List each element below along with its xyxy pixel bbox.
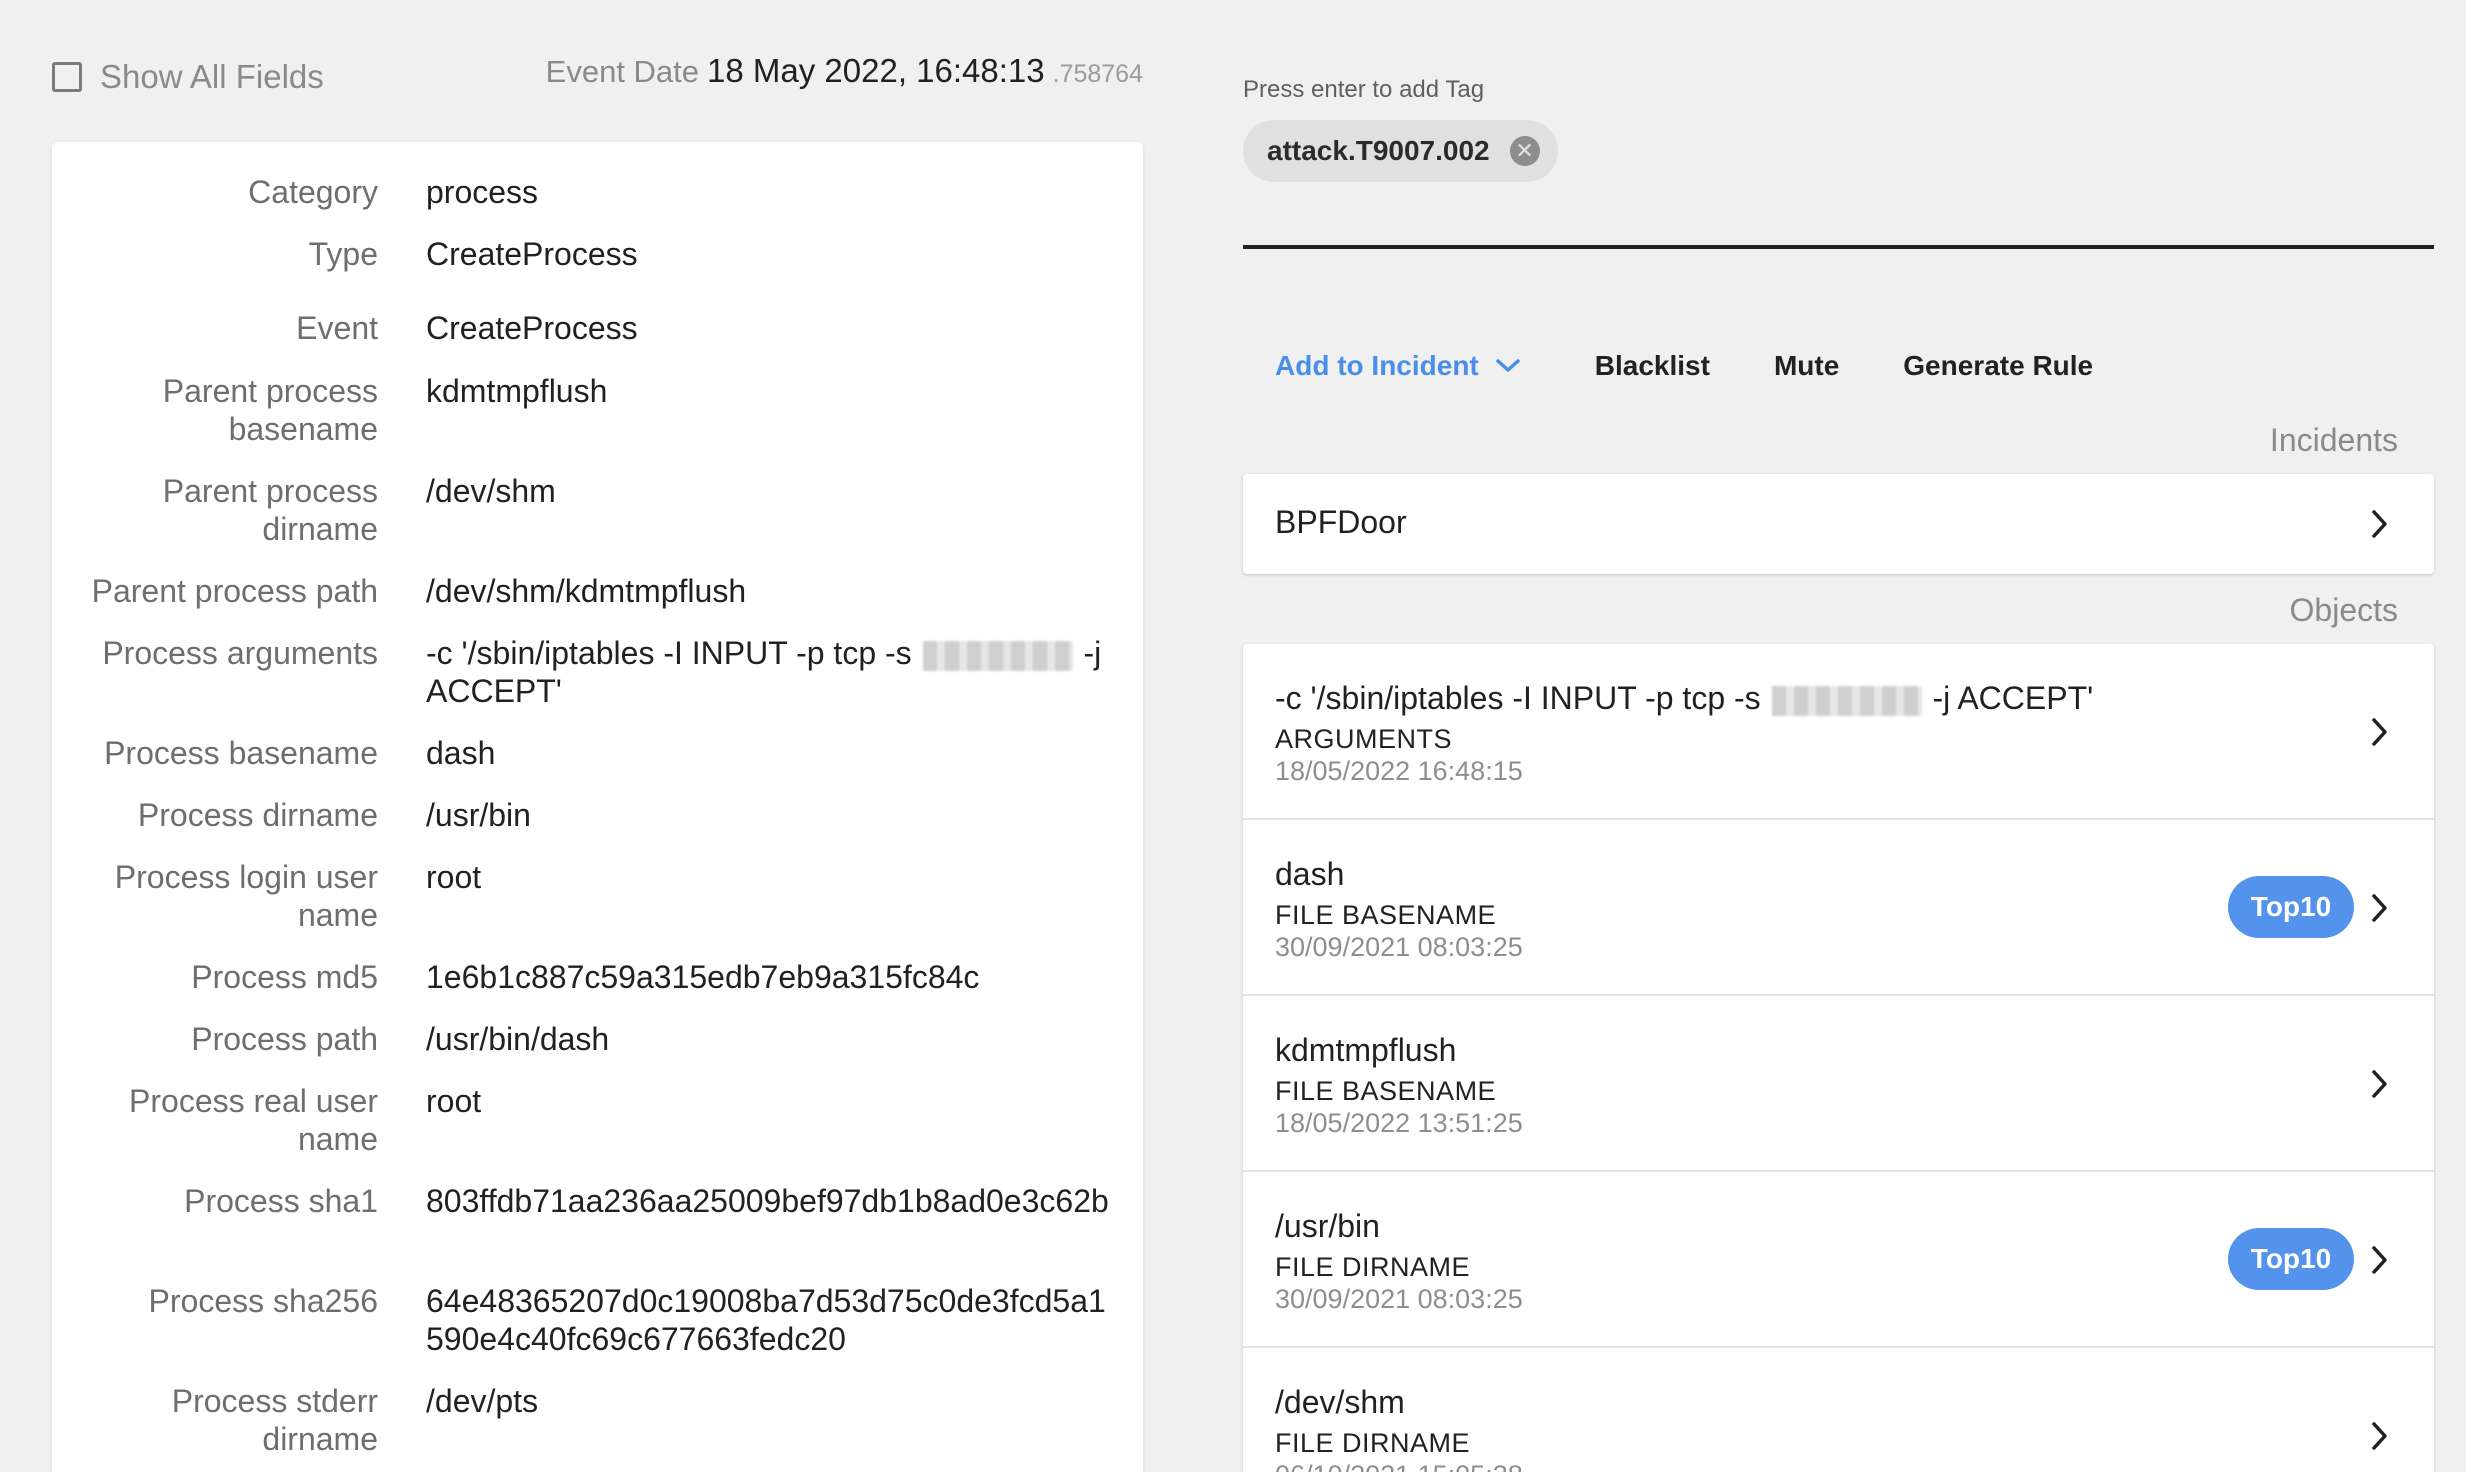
field-value: 64e48365207d0c19008ba7d53d75c0de3fcd5a15… — [426, 1283, 1106, 1357]
field-label: Process stderr dirname — [171, 1383, 378, 1457]
field-value: 1e6b1c887c59a315edb7eb9a315fc84c — [426, 959, 980, 995]
add-to-incident-button[interactable]: Add to Incident — [1275, 350, 1521, 382]
field-value: /usr/bin/dash — [426, 1021, 610, 1057]
object-title: kdmtmpflush — [1275, 1032, 1457, 1068]
incidents-section-label: Incidents — [2269, 422, 2398, 458]
tag-input-underline[interactable] — [1243, 245, 2434, 249]
show-all-fields-toggle[interactable]: Show All Fields — [52, 58, 324, 96]
field-value: CreateProcess — [426, 236, 638, 272]
field-label: Process path — [191, 1021, 378, 1057]
object-type: FILE BASENAME — [1275, 1076, 1497, 1106]
object-type: FILE DIRNAME — [1275, 1252, 1471, 1282]
field-value: process — [426, 174, 539, 210]
field-label: Process real user name — [129, 1083, 378, 1157]
field-label: Category — [248, 174, 378, 210]
incident-item[interactable]: BPFDoor — [1243, 474, 2434, 574]
object-title: dash — [1275, 856, 1345, 892]
chevron-right-icon — [2372, 1422, 2387, 1450]
field-label: Process dirname — [137, 797, 378, 833]
object-title: /dev/shm — [1275, 1384, 1405, 1420]
object-item-usr-bin[interactable]: /usr/bin FILE DIRNAME 30/09/2021 08:03:2… — [1243, 1172, 2434, 1348]
field-label: Process md5 — [191, 959, 378, 995]
object-date: 30/09/2021 08:03:25 — [1275, 932, 1523, 962]
object-type: FILE DIRNAME — [1275, 1428, 1471, 1458]
field-label: Process sha1 — [184, 1183, 378, 1219]
object-date: 18/05/2022 16:48:15 — [1275, 756, 1523, 786]
incident-name: BPFDoor — [1275, 504, 1407, 540]
field-value: /dev/shm/kdmtmpflush — [426, 573, 747, 609]
show-all-fields-checkbox[interactable] — [52, 62, 82, 92]
object-item-arguments[interactable]: -c '/sbin/iptables -I INPUT -p tcp -s -j… — [1243, 644, 2434, 820]
object-date: 18/05/2022 13:51:25 — [1275, 1108, 1523, 1138]
object-title-prefix: -c '/sbin/iptables -I INPUT -p tcp -s — [1275, 680, 1761, 716]
chevron-right-icon — [2372, 1070, 2387, 1098]
field-label: Process login user name — [114, 859, 378, 933]
action-bar: Add to Incident Blacklist Mute Generate … — [1275, 350, 2093, 382]
objects-section-label: Objects — [2289, 592, 2398, 628]
object-type: FILE BASENAME — [1275, 900, 1497, 930]
field-value: /dev/pts — [426, 1383, 539, 1419]
event-date-value: 18 May 2022, 16:48:13 — [707, 52, 1045, 89]
field-value: 803ffdb71aa236aa25009bef97db1b8ad0e3c62b — [426, 1183, 1109, 1219]
chevron-right-icon — [2372, 1246, 2387, 1274]
field-label: Process basename — [104, 735, 378, 771]
tag-input-hint: Press enter to add Tag — [1243, 76, 1485, 103]
event-date-microseconds: .758764 — [1052, 60, 1143, 88]
tag-chip[interactable]: attack.T9007.002 ✕ — [1243, 120, 1558, 182]
field-value: root — [426, 859, 482, 895]
chevron-right-icon — [2372, 718, 2387, 746]
objects-list: -c '/sbin/iptables -I INPUT -p tcp -s -j… — [1243, 644, 2434, 1472]
field-label: Parent process dirname — [162, 473, 378, 547]
object-item-kdmtmpflush[interactable]: kdmtmpflush FILE BASENAME 18/05/2022 13:… — [1243, 996, 2434, 1172]
object-date: 30/09/2021 08:03:25 — [1275, 1284, 1523, 1314]
event-date: Event Date 18 May 2022, 16:48:13 .758764 — [546, 52, 1143, 90]
chevron-right-icon — [2372, 510, 2387, 538]
field-value: kdmtmpflush — [426, 373, 608, 409]
object-date: 06/10/2021 15:05:38 — [1275, 1460, 1523, 1472]
object-item-dev-shm[interactable]: /dev/shm FILE DIRNAME 06/10/2021 15:05:3… — [1243, 1348, 2434, 1472]
top10-badge[interactable]: Top10 — [2228, 1228, 2354, 1290]
field-label: Type — [308, 236, 378, 272]
event-details-card: Category process Type CreateProcess Even… — [52, 142, 1143, 1472]
object-title: -c '/sbin/iptables -I INPUT -p tcp -s -j… — [1275, 680, 2093, 717]
field-value: /dev/shm — [426, 473, 556, 509]
object-title: /usr/bin — [1275, 1208, 1380, 1244]
top10-badge[interactable]: Top10 — [2228, 876, 2354, 938]
field-label: Process sha256 — [148, 1283, 378, 1319]
object-title-suffix: -j ACCEPT' — [1932, 680, 2094, 716]
field-label: Parent process basename — [162, 373, 378, 447]
object-type: ARGUMENTS — [1275, 724, 1453, 754]
field-label: Event — [296, 310, 378, 346]
object-item-dash[interactable]: dash FILE BASENAME 30/09/2021 08:03:25 T… — [1243, 820, 2434, 996]
field-value: -c '/sbin/iptables -I INPUT -p tcp -s -j… — [426, 634, 1116, 710]
field-label: Parent process path — [91, 573, 378, 609]
chip-remove-icon[interactable]: ✕ — [1509, 136, 1540, 166]
event-date-label: Event Date — [545, 54, 700, 89]
add-to-incident-label: Add to Incident — [1275, 350, 1479, 381]
arguments-prefix: -c '/sbin/iptables -I INPUT -p tcp -s — [426, 635, 912, 671]
chevron-right-icon — [2372, 894, 2387, 922]
show-all-fields-label: Show All Fields — [100, 58, 324, 95]
field-value: root — [426, 1083, 482, 1119]
redacted-ip — [922, 640, 1073, 671]
mute-button[interactable]: Mute — [1774, 350, 1839, 382]
field-value: /usr/bin — [426, 797, 531, 833]
field-value: dash — [426, 735, 496, 771]
chevron-down-icon — [1495, 358, 1521, 374]
field-value: CreateProcess — [426, 310, 638, 346]
field-label: Process arguments — [102, 635, 378, 671]
redacted-ip — [1771, 685, 1922, 716]
generate-rule-button[interactable]: Generate Rule — [1903, 350, 2093, 382]
tag-chip-label: attack.T9007.002 — [1267, 135, 1490, 166]
blacklist-button[interactable]: Blacklist — [1595, 350, 1710, 382]
